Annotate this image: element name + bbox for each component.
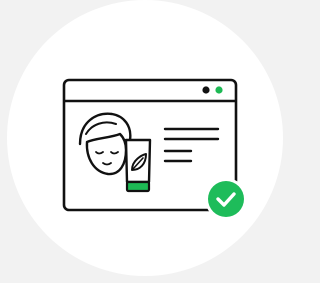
window-dot-dark [202, 86, 210, 94]
skincare-web-illustration [62, 78, 247, 220]
check-badge-icon [205, 178, 247, 220]
illustration-stage [0, 0, 290, 283]
skincare-tube-icon [124, 138, 152, 193]
window-dot-green [215, 86, 223, 94]
